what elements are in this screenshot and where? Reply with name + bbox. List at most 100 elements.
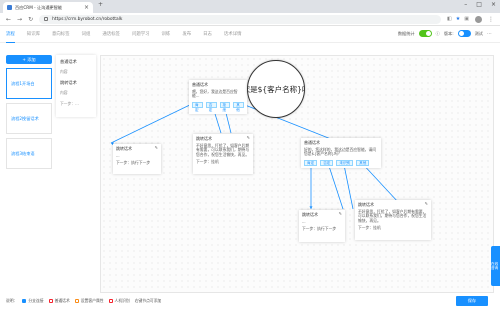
nav-right-controls: 数据统计 ⓘ 版本: 测试 ⋯ (398, 30, 492, 37)
branch-chip[interactable]: 未识别 (336, 159, 354, 166)
branch-chip[interactable]: 其他 (356, 159, 370, 166)
node-next: 下一步：执行下一步 (302, 226, 337, 232)
tab-knowledge[interactable]: 知识库 (27, 26, 40, 43)
legend-label: 说明： (6, 298, 18, 303)
reload-icon[interactable]: ↻ (28, 16, 33, 23)
window-controls: – □ × (464, 1, 496, 8)
node-title: 跳转话术 (196, 136, 212, 141)
flow-canvas[interactable]: 普通话术 喂，您好，我这边是百应智能... 肯定 否定 拒绝 其他 您是${客户… (100, 55, 494, 293)
minimize-icon[interactable]: – (464, 1, 467, 8)
flow-list: + 添加 流程1开场白 流程2挽留话术 流程3结束语 (6, 55, 52, 169)
node-text: 好的，您这样的，我这边是百应智能，请问您是${客户名称}吗？ (304, 146, 377, 157)
legend-text: 普通话术 (54, 298, 70, 303)
node-title: 跳转话术 (116, 146, 132, 151)
close-tab-icon[interactable]: × (84, 4, 89, 11)
tab-phrases[interactable]: 词组 (82, 26, 91, 43)
flow-item[interactable]: 流程1开场白 (6, 68, 52, 99)
node-title: 普通话术 (192, 82, 208, 87)
close-window-icon[interactable]: × (491, 1, 496, 8)
edit-icon[interactable]: ✎ (155, 145, 158, 151)
legend-item: 设置客户属性 (74, 298, 104, 304)
magnifier-lens: 您是${客户名称}吗 (247, 60, 305, 118)
node-next: 下一步：挂机 (196, 159, 219, 165)
tab-intent-tags[interactable]: 意向标签 (52, 26, 70, 43)
tab-call-tags[interactable]: 通话标签 (102, 26, 120, 43)
browser-tabbar: 百应CRM - 让沟通更智能 × + – □ × (0, 0, 500, 13)
tool-jump-script[interactable]: 跳转话术 (60, 80, 92, 86)
script-node[interactable]: 跳转话术 ✎ ... 下一步：执行下一步 (299, 210, 345, 242)
branch-chip[interactable]: 否定 (320, 159, 334, 166)
script-node[interactable]: 跳转话术 ✎ 不好意思，打扰了，如客户后期有需要，可以联系我们，期待与您合作，祝… (193, 134, 253, 174)
version-value: 测试 (474, 30, 483, 36)
legend-item: 右键节点可添加 (135, 298, 162, 304)
help-icon[interactable]: ⓘ (436, 31, 440, 37)
node-text: ... (302, 218, 306, 224)
more-icon[interactable]: ⋯ (487, 31, 492, 37)
tab-training[interactable]: 训练 (162, 26, 171, 43)
tab-script-details[interactable]: 话术详情 (224, 26, 242, 43)
node-next: 下一步：挂机 (358, 225, 381, 231)
flow-item[interactable]: 流程2挽留话术 (6, 103, 52, 134)
url-text: https://crm.byrobot.cn/robottalk (52, 16, 123, 22)
legend-text: 右键节点可添加 (134, 298, 162, 303)
node-toolbox: 普通话术 内容 跳转话术 内容 下一步：... (56, 55, 96, 117)
branch-chip[interactable]: 其他 (233, 101, 244, 112)
tab-learning[interactable]: 问题学习 (132, 26, 150, 43)
human-legend-icon (108, 299, 113, 303)
stats-toggle[interactable] (418, 30, 432, 37)
branch-chip[interactable]: 否定 (205, 101, 217, 112)
arrow-head (309, 206, 313, 209)
browser-tab[interactable]: 百应CRM - 让沟通更智能 × (3, 2, 93, 13)
tab-logs[interactable]: 日志 (203, 26, 212, 43)
maximize-icon[interactable]: □ (476, 1, 482, 8)
tab-flow[interactable]: 流程 (6, 26, 15, 43)
tool-normal-script[interactable]: 普通话术 (60, 59, 92, 65)
branch-chips: 肯定 否定 未识别 其他 (304, 159, 378, 166)
main-content: + 添加 流程1开场白 流程2挽留话术 流程3结束语 普通话术 内容 跳转话术 … (0, 43, 500, 312)
new-tab-icon[interactable]: + (98, 2, 103, 8)
node-title: 普通话术 (304, 140, 320, 145)
forward-icon[interactable]: → (17, 16, 22, 23)
node-text: 不好意思，打扰了，如客户后期有需要，可以联系我们，期待与您合作，祝您生活愉快，再… (196, 142, 250, 157)
branch-chip[interactable]: 肯定 (304, 159, 318, 166)
script-node[interactable]: 普通话术 喂，您好，我这边是百应智能... 肯定 否定 拒绝 其他 (189, 80, 247, 114)
stats-toggle-label: 数据统计 (397, 30, 415, 36)
save-button[interactable]: 保存 (456, 296, 488, 306)
back-icon[interactable]: ← (6, 16, 11, 23)
edit-icon[interactable]: ✎ (339, 211, 342, 217)
profile-avatar[interactable] (475, 15, 482, 23)
node-title: 跳转话术 (358, 202, 374, 207)
address-bar: ← → ↻ https://crm.byrobot.cn/robottalk ◧… (0, 13, 500, 26)
legend-item: 人机识别 (108, 298, 130, 304)
extensions: ◧ ★ ▣ (447, 16, 469, 22)
normal-legend-icon (48, 299, 53, 303)
flow-item[interactable]: 流程3结束语 (6, 138, 52, 169)
favicon-icon (7, 5, 12, 10)
script-node[interactable]: 普通话术 好的，您这样的，我这边是百应智能，请问您是${客户名称}吗？ 肯定 否… (301, 138, 381, 168)
add-flow-button[interactable]: + 添加 (6, 55, 52, 64)
version-toggle[interactable] (457, 30, 471, 37)
legend-text: 设置客户属性 (80, 298, 104, 303)
legend-item: 普通话术 (48, 298, 70, 304)
extension-icon[interactable]: ▣ (464, 16, 469, 22)
branch-chip[interactable]: 肯定 (192, 101, 203, 112)
branch-chips: 肯定 否定 拒绝 其他 (192, 101, 244, 112)
translate-icon[interactable]: ◧ (447, 16, 452, 22)
url-field[interactable]: https://crm.byrobot.cn/robottalk (39, 14, 442, 24)
edit-icon[interactable]: ✎ (247, 135, 250, 141)
script-node[interactable]: 跳转话术 ✎ ... 下一步：执行下一步 (113, 144, 161, 174)
online-help-tab[interactable]: 在线咨询 (491, 246, 500, 286)
connector-line (110, 100, 199, 144)
edit-icon[interactable]: ✎ (425, 201, 428, 207)
legend-text: 分支连接 (28, 298, 44, 303)
tool-sub: 内容 (60, 90, 68, 95)
branch-chip[interactable]: 拒绝 (219, 101, 231, 112)
node-title: 跳转话术 (302, 212, 318, 217)
version-label: 版本: (443, 30, 454, 36)
tab-publish[interactable]: 发布 (182, 26, 191, 43)
menu-icon[interactable]: ⋮ (488, 16, 494, 23)
bookmark-star-icon[interactable]: ★ (456, 16, 460, 22)
node-text: 不好意思，打扰了，如客户后期有需要，可以联系我们，期待与您合作，祝您生活愉快，再… (358, 208, 427, 223)
script-node[interactable]: 跳转话术 ✎ 不好意思，打扰了，如客户后期有需要，可以联系我们，期待与您合作，祝… (355, 200, 431, 240)
branch-legend-icon (22, 299, 27, 303)
